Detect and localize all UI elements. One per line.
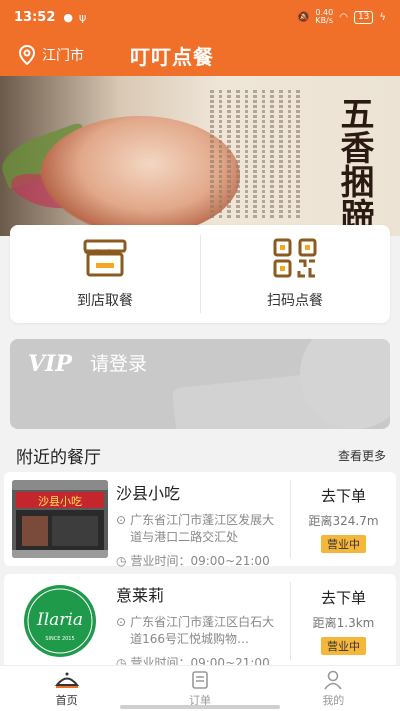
vip-login-text: 请登录 — [90, 353, 148, 375]
pickup-label: 到店取餐 — [77, 293, 133, 309]
location-pin-icon — [18, 45, 36, 65]
svg-text:SINCE 2015: SINCE 2015 — [45, 636, 74, 642]
tab-home-label: 首页 — [55, 693, 78, 707]
qr-code-icon — [273, 238, 317, 278]
status-badge: 营业中 — [321, 535, 366, 553]
app-header: 江门市 叮叮点餐 — [0, 34, 400, 76]
location-selector[interactable]: 江门市 — [0, 45, 130, 65]
order-button[interactable]: 去下单 — [321, 485, 366, 506]
restaurant-name: 意莱莉 — [116, 586, 165, 605]
home-indicator[interactable] — [120, 705, 280, 709]
restaurant-address: 广东省江门市蓬江区白石大道166号汇悦城购物… — [130, 615, 275, 646]
location-icon: ⊙ — [116, 615, 127, 629]
status-time: 13:52 — [14, 9, 56, 25]
nearby-title: 附近的餐厅 — [16, 447, 101, 468]
usb-icon: ψ — [79, 10, 87, 24]
charging-icon: ϟ — [379, 11, 386, 23]
scan-order-label: 扫码点餐 — [267, 293, 323, 309]
tab-profile[interactable]: 我的 — [267, 666, 400, 711]
svg-text:Ilaria: Ilaria — [36, 610, 83, 630]
restaurant-name: 沙县小吃 — [116, 484, 181, 503]
banner-calligraphy: 五香捆蹄 — [334, 96, 374, 232]
mute-icon: 🔕 — [296, 11, 310, 23]
view-more-link[interactable]: 查看更多 — [338, 447, 386, 464]
tab-home[interactable]: 首页 — [0, 666, 133, 711]
restaurant-card[interactable]: 沙县小吃 沙县小吃 ⊙ 广东省江门市蓬江区发展大道与港口二路交汇处 ◷ 营业时间… — [4, 472, 396, 568]
storefront-icon — [83, 239, 127, 277]
vip-logo: VIP — [28, 351, 72, 377]
wifi-icon: ◠ — [339, 11, 348, 23]
order-icon — [192, 670, 208, 689]
restaurant-card[interactable]: Ilaria SINCE 2015 意莱莉 ⊙ 广东省江门市蓬江区白石大道166… — [4, 574, 396, 670]
location-label: 江门市 — [42, 48, 84, 64]
svg-text:沙县小吃: 沙县小吃 — [38, 495, 82, 508]
clock-icon: ◷ — [116, 553, 127, 568]
app-title: 叮叮点餐 — [130, 44, 214, 69]
notification-icon: ● — [63, 10, 73, 24]
promo-banner[interactable]: 五香捆蹄 — [0, 76, 400, 236]
vip-login-card[interactable]: VIP 请登录 — [10, 339, 390, 429]
battery-icon: 13 — [353, 10, 374, 24]
scan-order-button[interactable]: 扫码点餐 — [200, 225, 390, 323]
location-icon: ⊙ — [116, 513, 127, 527]
profile-icon — [324, 670, 342, 689]
restaurant-photo: 沙县小吃 — [12, 480, 108, 558]
nearby-header: 附近的餐厅 查看更多 — [0, 441, 400, 469]
restaurant-distance: 距离324.7m — [308, 514, 379, 528]
order-button[interactable]: 去下单 — [321, 587, 366, 608]
restaurant-logo: Ilaria SINCE 2015 — [12, 582, 108, 660]
banner-text-columns — [209, 90, 300, 220]
service-card: 到店取餐 扫码点餐 — [10, 225, 390, 323]
pickup-button[interactable]: 到店取餐 — [10, 225, 200, 323]
home-icon — [54, 672, 79, 688]
status-bar: 13:52 ● ψ 🔕 0.40 KB/s ◠ 13 ϟ — [0, 0, 400, 34]
status-badge: 营业中 — [321, 637, 366, 655]
tab-profile-label: 我的 — [322, 693, 345, 707]
restaurant-address: 广东省江门市蓬江区发展大道与港口二路交汇处 — [130, 513, 275, 544]
restaurant-hours: 营业时间：09:00~21:00 — [130, 554, 270, 568]
network-speed: 0.40 KB/s — [315, 8, 334, 25]
restaurant-distance: 距离1.3km — [312, 616, 375, 630]
